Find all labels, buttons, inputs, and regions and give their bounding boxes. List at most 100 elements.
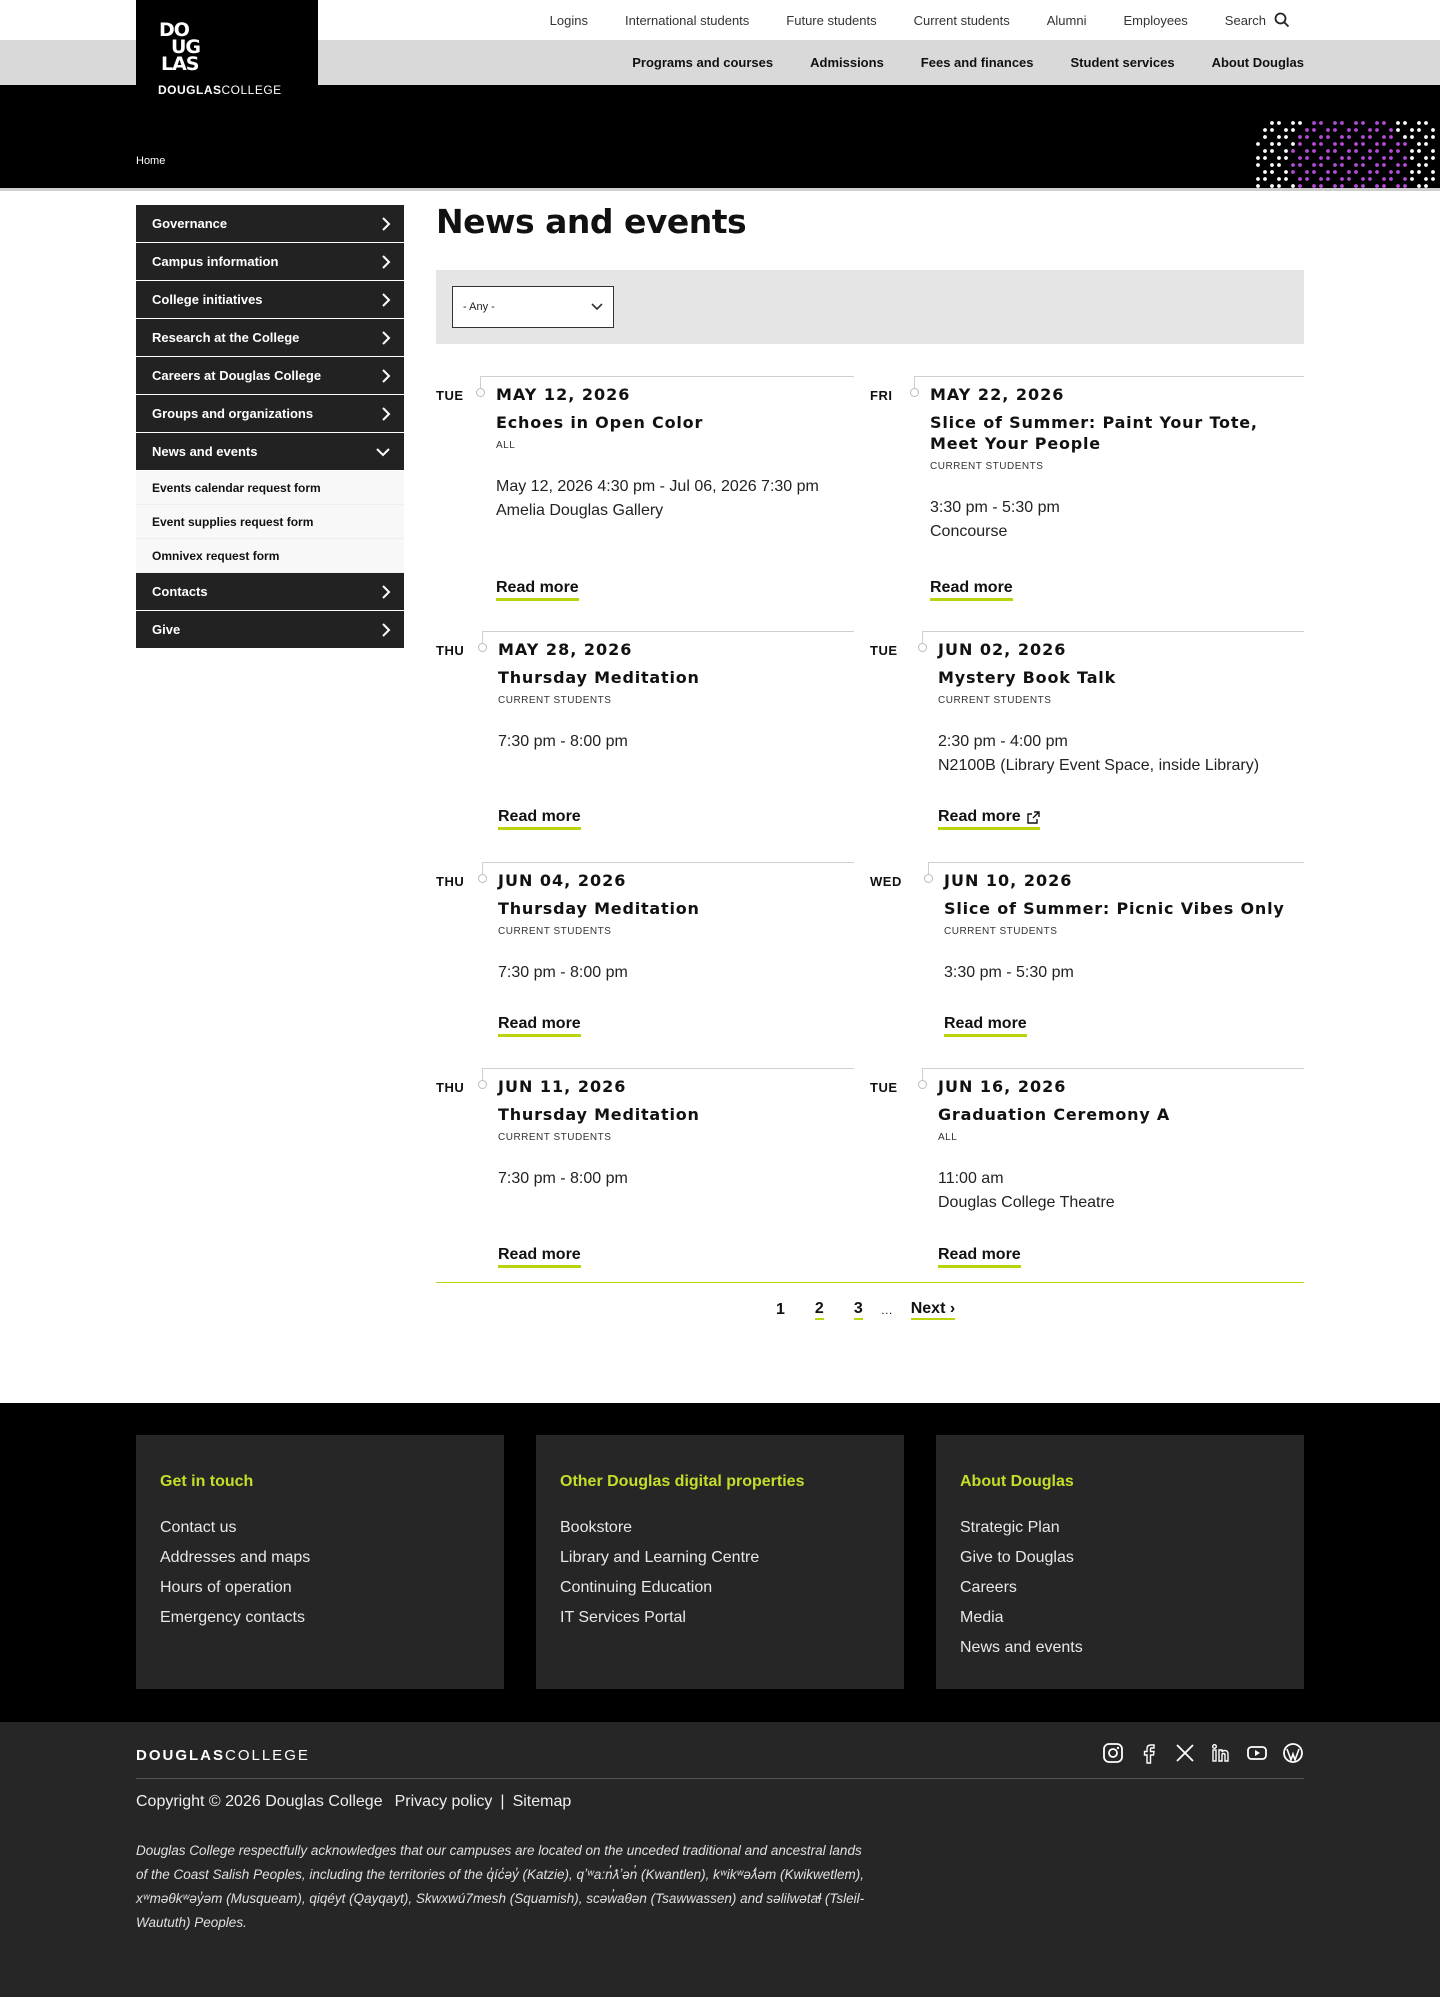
footer-logo[interactable]: DOUGLASCOLLEGE (136, 1747, 310, 1764)
hero-dot (1305, 149, 1309, 153)
footer-link[interactable]: Continuing Education (560, 1573, 880, 1603)
sidebar-item-groups[interactable]: Groups and organizations (136, 395, 404, 432)
event-title[interactable]: Thursday Meditation (498, 667, 854, 688)
read-more-link[interactable]: Read more (498, 1246, 581, 1268)
footer-heading: Other Douglas digital properties (560, 1473, 805, 1490)
hero-dot (1263, 156, 1267, 160)
footer-link[interactable]: Library and Learning Centre (560, 1543, 880, 1573)
social-links (1102, 1742, 1304, 1764)
instagram-icon[interactable] (1102, 1742, 1124, 1764)
pagination: 1 2 3 … Next › (776, 1300, 956, 1320)
event-body: JUN 11, 2026 Thursday Meditation CURRENT S… (498, 1077, 854, 1191)
hero-dot (1298, 142, 1302, 146)
copyright-text: Copyright © 2026 Douglas College (136, 1793, 383, 1810)
util-link-international[interactable]: International students (625, 13, 749, 28)
event-divider (482, 862, 854, 863)
footer-link[interactable]: Contact us (160, 1513, 480, 1543)
sidebar-subitem-events-calendar[interactable]: Events calendar request form (136, 471, 404, 505)
youtube-icon[interactable] (1246, 1742, 1268, 1764)
wordpress-icon[interactable] (1282, 1742, 1304, 1764)
event-date: JUN 16, 2026 (938, 1077, 1067, 1096)
hero-dot (1417, 142, 1421, 146)
read-more-link[interactable]: Read more (496, 579, 579, 601)
event-title[interactable]: Mystery Book Talk (938, 667, 1304, 688)
footer-link[interactable]: Strategic Plan (960, 1513, 1280, 1543)
event-title[interactable]: Thursday Meditation (498, 1104, 854, 1125)
hero-dot (1396, 121, 1400, 125)
page-next[interactable]: Next › (910, 1300, 956, 1320)
sidebar: Governance Campus information College in… (136, 205, 404, 649)
external-link-icon (1027, 810, 1040, 824)
hero-dot (1284, 149, 1288, 153)
footer-link[interactable]: Emergency contacts (160, 1603, 480, 1633)
page-link-2[interactable]: 2 (814, 1300, 824, 1320)
nav-fees[interactable]: Fees and finances (921, 55, 1034, 70)
linkedin-icon[interactable] (1210, 1742, 1232, 1764)
read-more-link[interactable]: Read more (930, 579, 1013, 601)
event-date: JUN 02, 2026 (938, 640, 1067, 659)
read-more-link[interactable]: Read more (938, 808, 1040, 830)
nav-programs[interactable]: Programs and courses (632, 55, 773, 70)
hero-dot (1410, 156, 1414, 160)
footer-link[interactable]: Addresses and maps (160, 1543, 480, 1573)
nav-student-services[interactable]: Student services (1071, 55, 1175, 70)
footer-link[interactable]: IT Services Portal (560, 1603, 880, 1633)
logo[interactable]: DO UG LAS DOUGLASCOLLEGE (136, 0, 318, 97)
page-current: 1 (776, 1301, 785, 1318)
audience-filter-select[interactable]: - Any - (452, 286, 614, 328)
util-link-current[interactable]: Current students (914, 13, 1010, 28)
footer-link[interactable]: Hours of operation (160, 1573, 480, 1603)
hero-dot (1354, 149, 1358, 153)
hero-dot (1403, 135, 1407, 139)
filter-value: - Any - (463, 301, 495, 313)
util-link-employees[interactable]: Employees (1123, 13, 1187, 28)
footer-link[interactable]: News and events (960, 1633, 1280, 1663)
event-title[interactable]: Slice of Summer: Picnic Vibes Only (944, 898, 1304, 919)
sidebar-item-initiatives[interactable]: College initiatives (136, 281, 404, 318)
sitemap-link[interactable]: Sitemap (513, 1793, 572, 1811)
footer-link[interactable]: Media (960, 1603, 1280, 1633)
event-title[interactable]: Thursday Meditation (498, 898, 854, 919)
sidebar-item-campus[interactable]: Campus information (136, 243, 404, 280)
read-more-link[interactable]: Read more (498, 1015, 581, 1037)
event-title[interactable]: Slice of Summer: Paint Your Tote, Meet Y… (930, 412, 1304, 454)
hero-dot (1375, 170, 1379, 174)
util-link-alumni[interactable]: Alumni (1047, 13, 1087, 28)
search-button[interactable]: Search (1225, 12, 1290, 28)
sidebar-item-news-events[interactable]: News and events (136, 433, 404, 470)
nav-admissions[interactable]: Admissions (810, 55, 884, 70)
privacy-link[interactable]: Privacy policy (395, 1793, 493, 1811)
read-more-link[interactable]: Read more (944, 1015, 1027, 1037)
hero-dot (1424, 177, 1428, 181)
page-link-3[interactable]: 3 (853, 1300, 863, 1320)
footer-copyright-row: Copyright © 2026 Douglas College Privacy… (136, 1793, 571, 1811)
sidebar-item-contacts[interactable]: Contacts (136, 573, 404, 610)
timeline-dot (478, 643, 487, 652)
event-title[interactable]: Echoes in Open Color (496, 412, 854, 433)
hero-dot (1298, 121, 1302, 125)
event-title[interactable]: Graduation Ceremony A (938, 1104, 1304, 1125)
facebook-icon[interactable] (1138, 1742, 1160, 1764)
sidebar-item-give[interactable]: Give (136, 611, 404, 648)
footer-link[interactable]: Bookstore (560, 1513, 880, 1543)
sidebar-subitem-omnivex[interactable]: Omnivex request form (136, 539, 404, 573)
nav-about[interactable]: About Douglas (1212, 55, 1304, 70)
sidebar-item-governance[interactable]: Governance (136, 205, 404, 242)
sidebar-item-research[interactable]: Research at the College (136, 319, 404, 356)
event-body: MAY 12, 2026 Echoes in Open Color ALL May 1… (496, 385, 854, 523)
footer-link[interactable]: Give to Douglas (960, 1543, 1280, 1573)
sidebar-subitem-event-supplies[interactable]: Event supplies request form (136, 505, 404, 539)
logo-mark: DO UG LAS (159, 20, 201, 75)
sidebar-item-careers[interactable]: Careers at Douglas College (136, 357, 404, 394)
read-more-link[interactable]: Read more (498, 808, 581, 830)
event-weekday: THU (436, 874, 465, 889)
breadcrumb-home[interactable]: Home (136, 155, 165, 167)
x-icon[interactable] (1174, 1742, 1196, 1764)
read-more-link[interactable]: Read more (938, 1246, 1021, 1268)
hero-dot (1326, 128, 1330, 132)
hero-dot (1326, 177, 1330, 181)
footer-link[interactable]: Careers (960, 1573, 1280, 1603)
util-link-future[interactable]: Future students (786, 13, 876, 28)
hero-dot (1368, 128, 1372, 132)
util-link-logins[interactable]: Logins (550, 13, 588, 28)
